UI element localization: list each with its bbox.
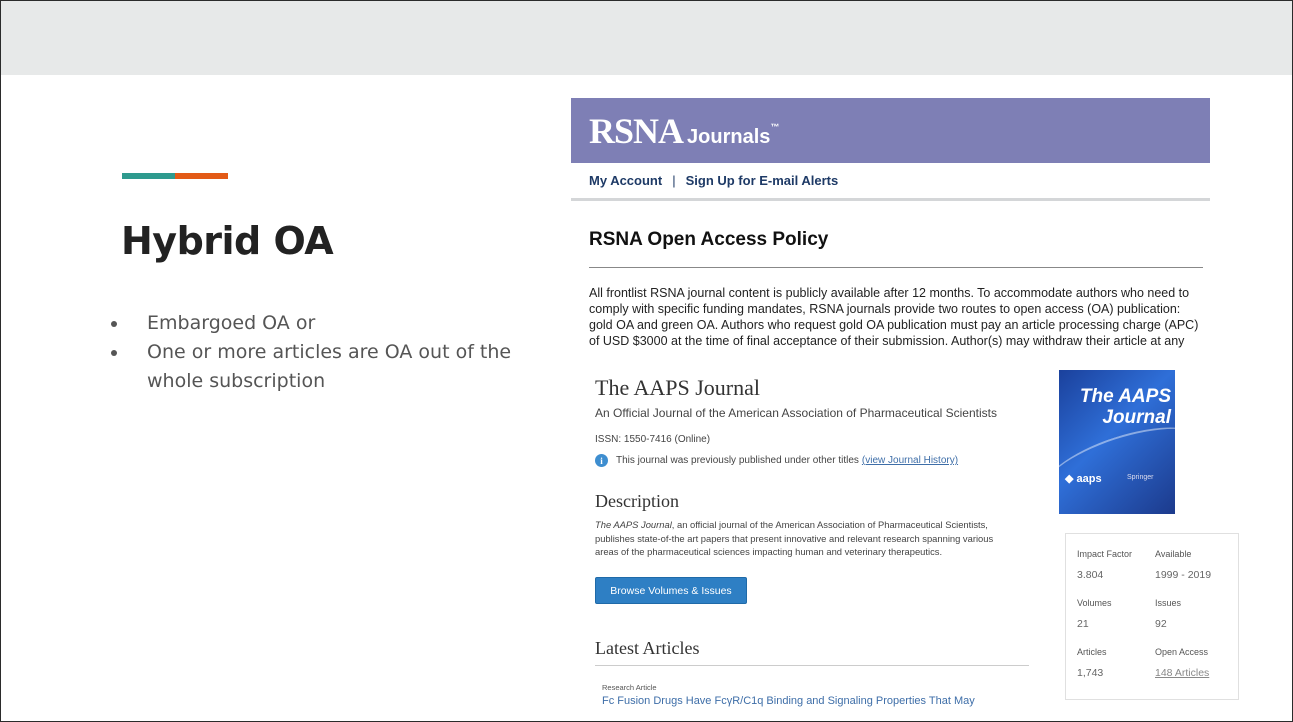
stat-label: Articles (1077, 647, 1107, 657)
aaps-screenshot: The AAPS Journal An Official Journal of … (571, 370, 1243, 710)
cover-title-line1: The AAPS (1079, 386, 1171, 407)
stat-volumes: Volumes 21 (1077, 598, 1112, 630)
stat-label: Impact Factor (1077, 549, 1133, 559)
description-journal-name: The AAPS Journal (595, 519, 672, 530)
open-access-link[interactable]: 148 Articles (1155, 667, 1209, 679)
journal-cover[interactable]: The AAPS Journal ◆ aaps Springer (1059, 370, 1175, 514)
history-text: This journal was previously published un… (616, 455, 859, 466)
rsna-policy-text: All frontlist RSNA journal content is pu… (589, 286, 1199, 348)
info-icon: i (595, 454, 608, 467)
nav-separator: | (672, 173, 676, 188)
journal-history-note: i This journal was previously published … (595, 454, 958, 467)
article-type: Research Article (602, 683, 657, 692)
rsna-logo-text: RSNA (589, 111, 684, 151)
journal-history-link[interactable]: (view Journal History) (862, 455, 958, 466)
email-alerts-link[interactable]: Sign Up for E-mail Alerts (686, 173, 839, 188)
journal-stats: Impact Factor 3.804 Available 1999 - 201… (1065, 533, 1239, 700)
bullet-list: Embargoed OA or One or more articles are… (105, 309, 525, 396)
stat-value: 1999 - 2019 (1155, 569, 1212, 581)
description-text: The AAPS Journal, an official journal of… (595, 518, 1017, 559)
stat-label: Volumes (1077, 598, 1112, 608)
latest-articles-heading: Latest Articles (595, 638, 1029, 666)
accent-orange (175, 173, 228, 179)
rsna-logo[interactable]: RSNA Journals™ (589, 110, 779, 152)
rsna-screenshot: RSNA Journals™ My Account | Sign Up for E… (571, 98, 1210, 370)
rsna-banner: RSNA Journals™ (571, 98, 1210, 163)
accent-bar (122, 173, 228, 179)
slide-title: Hybrid OA (121, 219, 334, 263)
journal-subtitle: An Official Journal of the American Asso… (595, 406, 997, 420)
slide: Hybrid OA Embargoed OA or One or more ar… (0, 0, 1293, 722)
cover-brand: ◆ aaps (1065, 473, 1102, 485)
cover-publisher: Springer (1127, 474, 1154, 481)
cover-title: The AAPS Journal (1067, 386, 1171, 428)
rsna-nav: My Account | Sign Up for E-mail Alerts (571, 163, 1210, 201)
stat-label: Open Access (1155, 647, 1209, 657)
journal-issn: ISSN: 1550-7416 (Online) (595, 434, 711, 445)
browse-volumes-button[interactable]: Browse Volumes & Issues (595, 577, 747, 604)
stat-value: 92 (1155, 618, 1167, 630)
bullet-item: One or more articles are OA out of the w… (105, 338, 525, 396)
stat-value: 1,743 (1077, 667, 1104, 679)
cover-title-line2: Journal (1102, 407, 1171, 428)
stat-open-access: Open Access 148 Articles (1155, 647, 1209, 679)
stat-issues: Issues 92 (1155, 598, 1181, 630)
stat-articles: Articles 1,743 (1077, 647, 1107, 679)
stat-available: Available 1999 - 2019 (1155, 549, 1211, 581)
stat-label: Issues (1155, 598, 1182, 608)
top-band (1, 1, 1292, 75)
bullet-item: Embargoed OA or (105, 309, 525, 338)
cover-brand-text: aaps (1076, 473, 1102, 485)
article-title-link[interactable]: Fc Fusion Drugs Have FcγR/C1q Binding an… (602, 695, 975, 707)
journal-title: The AAPS Journal (595, 375, 760, 400)
my-account-link[interactable]: My Account (589, 173, 662, 188)
rsna-policy-heading: RSNA Open Access Policy (589, 229, 1203, 268)
trademark-icon: ™ (770, 122, 779, 132)
accent-teal (122, 173, 175, 179)
rsna-logo-suffix: Journals (687, 126, 771, 148)
stat-value: 21 (1077, 618, 1089, 630)
description-heading: Description (595, 491, 679, 511)
stat-impact-factor: Impact Factor 3.804 (1077, 549, 1132, 581)
stat-value: 3.804 (1077, 569, 1104, 581)
stat-label: Available (1155, 549, 1192, 559)
